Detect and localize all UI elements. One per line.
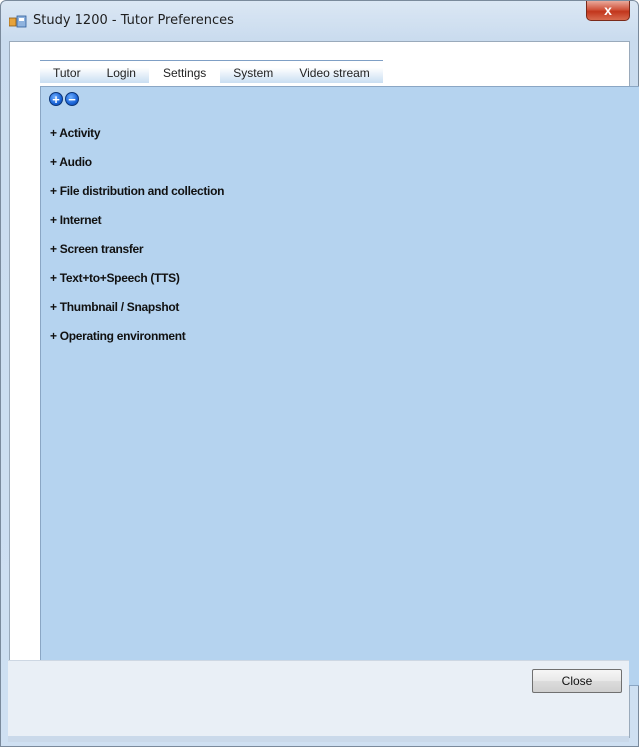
title-bar[interactable]: Study 1200 - Tutor Preferences x	[1, 1, 638, 41]
section-tts[interactable]: + Text+to+Speech (TTS)	[50, 271, 224, 300]
tab-video-stream[interactable]: Video stream	[286, 61, 383, 83]
window-close-icon[interactable]: x	[586, 1, 630, 21]
section-screen-transfer[interactable]: + Screen transfer	[50, 242, 224, 271]
section-activity[interactable]: + Activity	[50, 126, 224, 155]
tab-system[interactable]: System	[220, 61, 287, 83]
settings-panel: + − + Activity + Audio + File distributi…	[40, 86, 639, 686]
tab-login[interactable]: Login	[93, 61, 149, 83]
window-bottom-edge	[8, 736, 629, 742]
settings-section-list: + Activity + Audio + File distribution a…	[50, 126, 224, 358]
expand-all-icon[interactable]: +	[49, 92, 63, 106]
section-thumbnail-snapshot[interactable]: + Thumbnail / Snapshot	[50, 300, 224, 329]
app-icon	[9, 15, 27, 28]
section-operating-environment[interactable]: + Operating environment	[50, 329, 224, 358]
collapse-all-icon[interactable]: −	[65, 92, 79, 106]
tab-tutor[interactable]: Tutor	[40, 61, 94, 83]
section-audio[interactable]: + Audio	[50, 155, 224, 184]
content-root: Tutor Login Settings System Video stream…	[8, 40, 639, 737]
expand-collapse-toolbar: + −	[49, 92, 79, 106]
close-button[interactable]: Close	[532, 669, 622, 693]
section-file-distribution[interactable]: + File distribution and collection	[50, 184, 224, 213]
tab-settings[interactable]: Settings	[148, 61, 221, 83]
window-title: Study 1200 - Tutor Preferences	[33, 13, 234, 28]
section-internet[interactable]: + Internet	[50, 213, 224, 242]
tab-strip: Tutor Login Settings System Video stream	[40, 60, 383, 83]
